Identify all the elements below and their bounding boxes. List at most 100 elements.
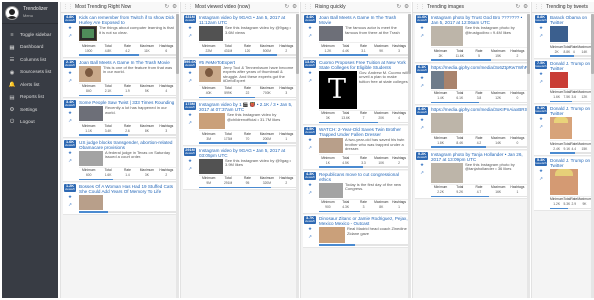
item-title-link[interactable]: WATCH: 2-Year-Old Saves Twin Brother Tra… (319, 127, 408, 137)
thumbnail-image[interactable] (79, 195, 103, 210)
drag-handle-icon[interactable]: ⋮⋮ (534, 4, 544, 10)
item-title-link[interactable]: https://media.giphy.com/media/3o6ZtpRw7W… (431, 65, 527, 70)
thumbnail-image[interactable] (319, 138, 343, 153)
list-item[interactable]: 4.5K views/h ★ ↗ WATCH: 2-Year-Old Saves Twi… (303, 126, 409, 170)
list-item[interactable]: 5.3K tweets/h ★ ↗ Donald J. Trump on Twitter… (534, 156, 592, 211)
scrollbar-thumb[interactable] (176, 14, 179, 74)
sidebar-item-reports[interactable]: ▤ Reports list (2, 92, 58, 105)
star-icon[interactable]: ★ (68, 110, 72, 116)
share-icon[interactable]: ↗ (420, 33, 424, 39)
column-scrollbar[interactable] (296, 14, 299, 298)
list-item[interactable]: 431M views/h ★ ↗ Instagram video by 9GAG • J… (183, 14, 297, 58)
share-icon[interactable]: ↗ (308, 78, 312, 84)
star-icon[interactable]: ★ (68, 194, 72, 200)
star-icon[interactable]: ★ (68, 150, 72, 156)
item-title-link[interactable]: Dinosaur Zitanc or Jamie Rodriguez, Peja… (319, 216, 408, 226)
star-icon[interactable]: ★ (188, 70, 192, 76)
list-item[interactable]: 3.7K views/h ★ ↗ Dinosaur Zitanc or Jamie Ro… (303, 215, 409, 248)
list-item[interactable]: 291M views/h ★ ↗ Instagram video by 9GAG • J… (183, 146, 297, 191)
star-icon[interactable]: ★ (68, 70, 72, 76)
sidebar-item-columns-list[interactable]: ☰ Columns list (2, 54, 58, 67)
share-icon[interactable]: ↗ (420, 170, 424, 176)
thumbnail-image[interactable] (199, 26, 223, 41)
gear-icon[interactable]: ⚙ (172, 4, 177, 10)
item-title-link[interactable]: Donald J. Trump on Twitter (550, 106, 591, 116)
item-title-link[interactable]: Cuomo Proposes Free Tuition at New York … (319, 60, 408, 70)
item-title-link[interactable]: Instagram video by 9GAG • Jan 5, 2017 at… (199, 15, 296, 25)
refresh-icon[interactable]: ↻ (515, 4, 520, 10)
drag-handle-icon[interactable]: ⋮⋮ (63, 4, 73, 10)
list-item[interactable]: 13.6K views/h ★ ↗ Cuomo Proposes Free Tuitio… (303, 58, 409, 125)
share-icon[interactable]: ↗ (68, 33, 72, 39)
share-icon[interactable]: ↗ (539, 124, 543, 130)
list-item[interactable]: 4.8K views/h ★ ↗ Kids can remember from Twit… (63, 14, 177, 58)
list-item[interactable]: 599.6K views/h ★ ↗ #5 #eMeToExpert Jerry Tool… (183, 58, 297, 101)
list-item[interactable]: 11.6K views/h ★ ↗ Instagram photo by Trust G… (415, 14, 528, 63)
item-title-link[interactable]: Instagram photo by Trust God Bro ???????… (431, 15, 527, 25)
brand[interactable]: Trendolizer Menu (2, 2, 58, 24)
item-title-link[interactable]: Donald J. Trump on Twitter (550, 61, 591, 71)
thumbnail-image[interactable] (431, 162, 463, 183)
star-icon[interactable]: ★ (308, 25, 312, 31)
item-title-link[interactable]: #5 #eMeToExpert (199, 60, 296, 65)
star-icon[interactable]: ★ (539, 25, 543, 31)
refresh-icon[interactable]: ↻ (284, 4, 289, 10)
refresh-icon[interactable]: ↻ (396, 4, 401, 10)
gear-icon[interactable]: ⚙ (292, 4, 297, 10)
list-item[interactable]: 9.2K views/h ★ ↗ Instagram photo by Tanja Ho… (415, 150, 528, 199)
drag-handle-icon[interactable]: ⋮⋮ (303, 4, 313, 10)
list-item[interactable]: 6.1K views/h ★ ↗ https://media.giphy.com/med… (415, 63, 528, 105)
sidebar-item-alerts[interactable]: 🔔 Alerts list (2, 79, 58, 92)
thumbnail-image[interactable] (199, 113, 225, 130)
sidebar-item-dashboard[interactable]: ▦ Dashboard (2, 42, 58, 55)
share-icon[interactable]: ↗ (420, 83, 424, 89)
share-icon[interactable]: ↗ (420, 125, 424, 131)
thumbnail-image[interactable] (319, 70, 357, 109)
thumbnail-image[interactable] (431, 113, 463, 133)
thumbnail-image[interactable] (199, 65, 221, 82)
thumbnail-image[interactable] (431, 26, 463, 46)
share-icon[interactable]: ↗ (539, 33, 543, 39)
share-icon[interactable]: ↗ (68, 158, 72, 164)
sidebar-item-toggle-sidebar[interactable]: ≡ Toggle sidebar (2, 29, 58, 42)
thumbnail-image[interactable] (319, 182, 343, 198)
list-item[interactable]: 4.4K views/h ★ ↗ Joan Ball Meets A Game In T… (303, 14, 409, 58)
share-icon[interactable]: ↗ (308, 145, 312, 151)
star-icon[interactable]: ★ (188, 112, 192, 118)
share-icon[interactable]: ↗ (188, 33, 192, 39)
star-icon[interactable]: ★ (420, 25, 424, 31)
thumbnail-image[interactable] (550, 26, 568, 42)
share-icon[interactable]: ↗ (539, 79, 543, 85)
column-scrollbar[interactable] (408, 14, 411, 298)
sidebar-item-settings[interactable]: ⚙ Settings (2, 104, 58, 117)
star-icon[interactable]: ★ (308, 226, 312, 232)
column-scrollbar[interactable] (527, 14, 530, 298)
item-title-link[interactable]: Instagram video by 9GAG • Jan 5, 2017 at… (199, 148, 296, 158)
star-icon[interactable]: ★ (420, 162, 424, 168)
thumbnail-image[interactable] (199, 158, 223, 174)
scrollbar-thumb[interactable] (296, 14, 299, 74)
item-title-link[interactable]: Republicans move to cut congressional et… (319, 172, 408, 182)
gear-icon[interactable]: ⚙ (404, 4, 409, 10)
share-icon[interactable]: ↗ (188, 120, 192, 126)
star-icon[interactable]: ★ (68, 25, 72, 31)
thumbnail-image[interactable] (431, 70, 457, 89)
share-icon[interactable]: ↗ (68, 118, 72, 124)
thumbnail-image[interactable] (79, 150, 103, 166)
column-scrollbar[interactable] (176, 14, 179, 298)
star-icon[interactable]: ★ (420, 75, 424, 81)
list-item[interactable]: 3.4K views/h ★ ↗ Some People Saw Twist | 333… (63, 99, 177, 138)
star-icon[interactable]: ★ (420, 117, 424, 123)
gear-icon[interactable]: ⚙ (523, 4, 528, 10)
star-icon[interactable]: ★ (539, 71, 543, 77)
share-icon[interactable]: ↗ (308, 33, 312, 39)
item-title-link[interactable]: Instagram video by 1 🎬 👹 • 2.1K / 3 • Ja… (199, 102, 296, 112)
share-icon[interactable]: ↗ (308, 190, 312, 196)
share-icon[interactable]: ↗ (188, 166, 192, 172)
star-icon[interactable]: ★ (539, 116, 543, 122)
share-icon[interactable]: ↗ (68, 202, 72, 208)
sidebar-item-logout[interactable]: ⏻ Logout (2, 117, 58, 130)
item-title-link[interactable]: Instagram photo by Tanja Hollander • Jan… (431, 152, 527, 162)
thumbnail-image[interactable] (550, 117, 572, 139)
sidebar-item-sourcesets[interactable]: ◉ Sourcesets list (2, 67, 58, 80)
